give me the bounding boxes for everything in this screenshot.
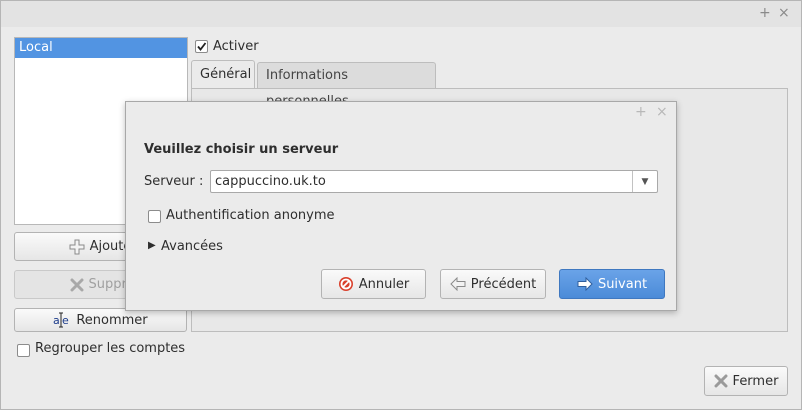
activate-label: Activer bbox=[213, 39, 259, 54]
maximize-icon[interactable]: + bbox=[759, 6, 771, 20]
plus-icon bbox=[69, 239, 85, 255]
tab-general-label: Général bbox=[200, 67, 252, 82]
rename-account-button[interactable]: ae Renommer bbox=[14, 308, 187, 332]
server-label: Serveur : bbox=[144, 174, 204, 189]
cancel-button[interactable]: Annuler bbox=[321, 269, 426, 299]
previous-button[interactable]: Précédent bbox=[440, 269, 546, 299]
svg-text:e: e bbox=[62, 314, 69, 327]
chevron-down-icon[interactable]: ▼ bbox=[632, 171, 657, 192]
server-value: cappuccino.uk.to bbox=[215, 174, 326, 189]
account-item-local[interactable]: Local bbox=[15, 38, 187, 58]
server-combobox[interactable]: cappuccino.uk.to ▼ bbox=[210, 170, 658, 193]
expander-arrow-icon[interactable]: ▶ bbox=[148, 240, 156, 251]
dialog-close-icon[interactable]: × bbox=[656, 105, 668, 119]
dialog-maximize-icon[interactable]: + bbox=[635, 105, 647, 119]
arrow-left-icon bbox=[450, 277, 466, 291]
anonymous-auth-label: Authentification anonyme bbox=[166, 208, 335, 223]
anonymous-auth-checkbox[interactable] bbox=[148, 210, 161, 223]
stop-icon bbox=[338, 276, 354, 292]
rename-icon: ae bbox=[53, 312, 71, 328]
tab-personal-info[interactable]: Informations personnelles bbox=[257, 62, 436, 109]
activate-checkbox[interactable] bbox=[195, 40, 208, 53]
close-button[interactable]: Fermer bbox=[704, 366, 788, 396]
group-accounts-checkbox[interactable] bbox=[17, 344, 30, 357]
cancel-button-label: Annuler bbox=[358, 276, 410, 292]
dialog-title-bar[interactable]: + × bbox=[126, 102, 676, 126]
close-icon[interactable]: × bbox=[778, 6, 790, 20]
account-item-label: Local bbox=[19, 40, 53, 55]
tab-general[interactable]: Général bbox=[191, 60, 255, 88]
checkmark-icon bbox=[197, 42, 207, 51]
svg-text:a: a bbox=[53, 314, 60, 327]
title-bar[interactable]: + × bbox=[1, 1, 801, 27]
x-icon bbox=[70, 278, 84, 292]
arrow-right-icon bbox=[577, 277, 593, 291]
group-accounts-label: Regrouper les comptes bbox=[35, 341, 186, 356]
next-button[interactable]: Suivant bbox=[559, 269, 665, 299]
advanced-expander[interactable]: Avancées bbox=[161, 239, 223, 254]
rename-button-label: Renommer bbox=[76, 312, 148, 328]
server-dialog: + × Veuillez choisir un serveur Serveur … bbox=[125, 101, 677, 311]
next-button-label: Suivant bbox=[597, 276, 648, 292]
close-button-label: Fermer bbox=[732, 373, 779, 389]
previous-button-label: Précédent bbox=[470, 276, 537, 292]
accounts-window: + × Local Ajoute Suppri ae Renommer Regr… bbox=[0, 0, 802, 410]
dialog-heading: Veuillez choisir un serveur bbox=[144, 142, 339, 157]
x-icon bbox=[714, 374, 728, 388]
